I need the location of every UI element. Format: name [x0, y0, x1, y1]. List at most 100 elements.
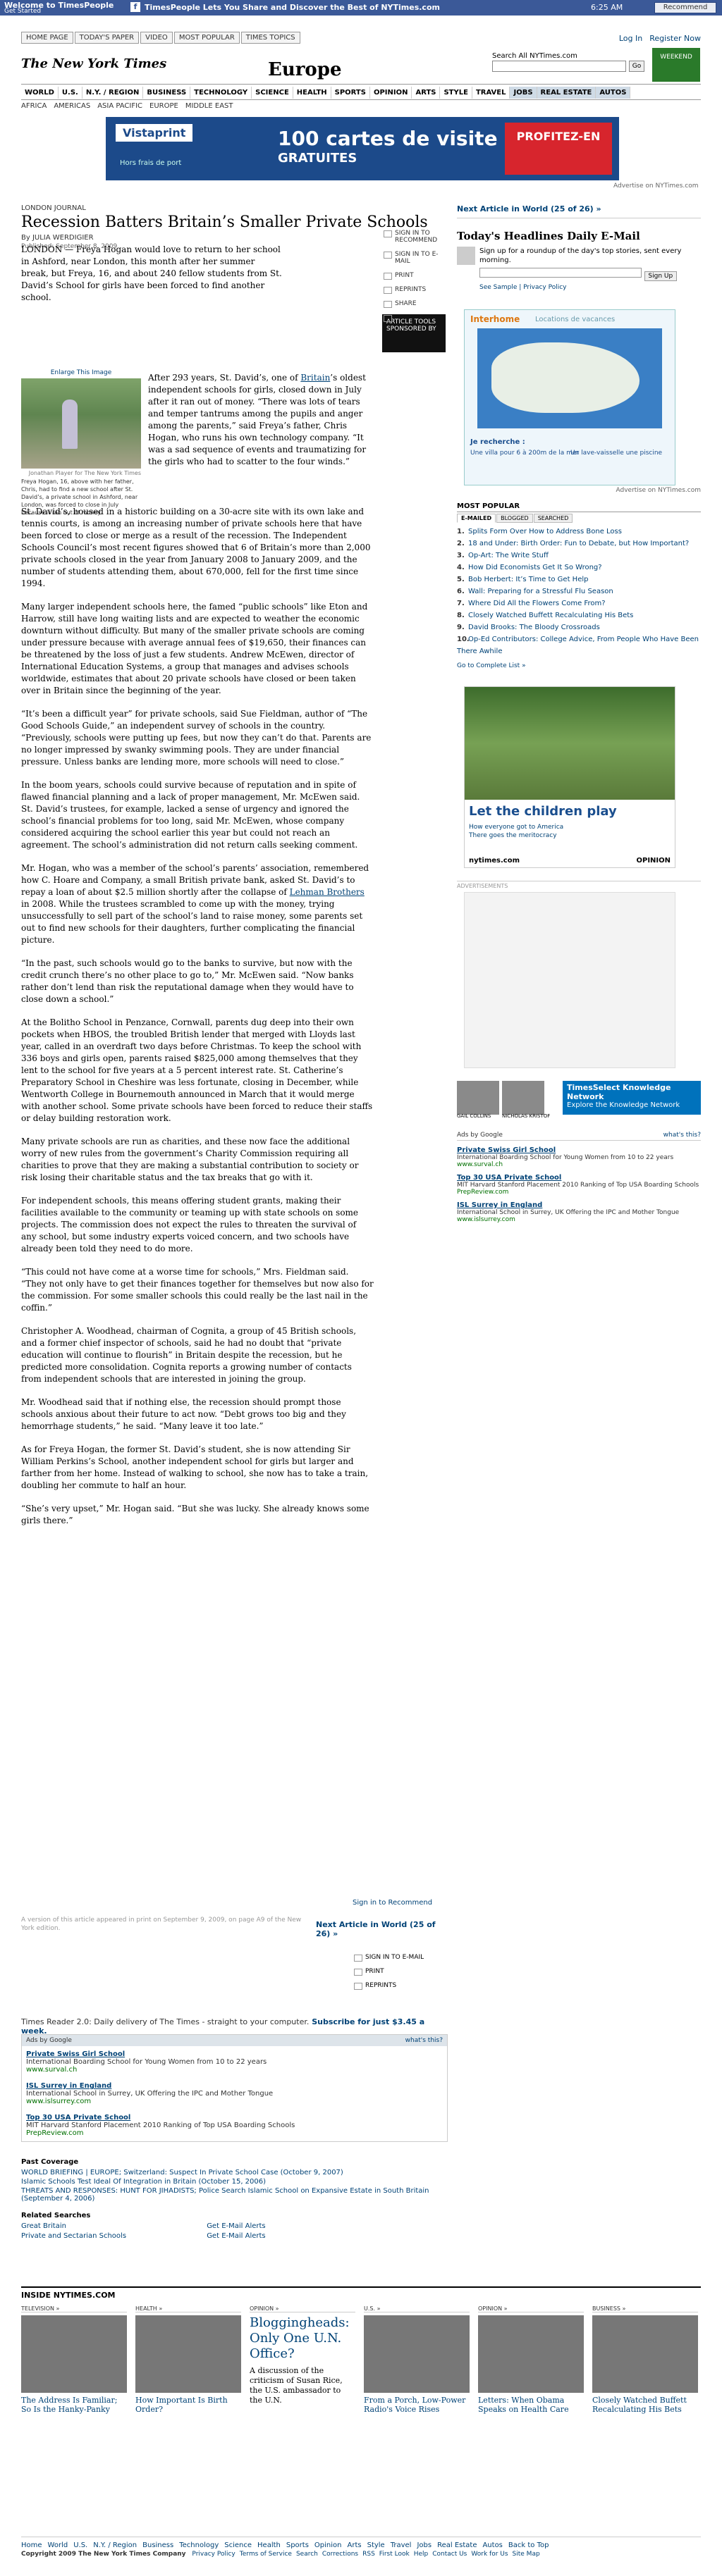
most-popular-item[interactable]: 3. Op-Art: The Write Stuff — [457, 550, 701, 562]
opinion-promo[interactable]: Let the children play How everyone got t… — [464, 686, 675, 868]
tab-searched[interactable]: SEARCHED — [533, 514, 573, 523]
sec-real-estate[interactable]: REAL ESTATE — [537, 87, 596, 99]
contact-link[interactable]: Contact Us — [432, 2551, 467, 2558]
sec-autos[interactable]: AUTOS — [596, 87, 631, 99]
footer-link[interactable]: Autos — [482, 2541, 502, 2549]
first-look-link[interactable]: First Look — [379, 2551, 410, 2558]
corrections-link[interactable]: Corrections — [322, 2551, 358, 2558]
work-link[interactable]: Work for Us — [471, 2551, 508, 2558]
inside-thumb[interactable] — [135, 2315, 241, 2393]
most-popular-item[interactable]: 7. Where Did All the Flowers Come From? — [457, 597, 701, 609]
advertise-link[interactable]: Advertise on NYTimes.com — [457, 487, 702, 494]
footer-link[interactable]: Travel — [391, 2541, 412, 2549]
email-tool[interactable]: SIGN IN TO E-MAIL — [382, 251, 446, 265]
sub-africa[interactable]: AFRICA — [21, 102, 47, 110]
footer-link[interactable]: Opinion — [314, 2541, 342, 2549]
tools-sponsor-ad[interactable]: ARTICLE TOOLS SPONSORED BY — [382, 314, 446, 352]
search-link[interactable]: Search — [296, 2551, 318, 2558]
sec-style[interactable]: STYLE — [440, 87, 472, 99]
register-link[interactable]: Register Now — [649, 34, 701, 43]
inside-thumb[interactable] — [592, 2315, 698, 2393]
reprints-tool[interactable]: REPRINTS — [382, 286, 446, 294]
email-input[interactable] — [479, 268, 642, 278]
recommend-button[interactable]: Recommend — [654, 2, 716, 13]
sec-business[interactable]: BUSINESS — [143, 87, 191, 99]
sec-technology[interactable]: TECHNOLOGY — [190, 87, 252, 99]
ad-option[interactable]: Un lave-vaisselle une piscine — [570, 450, 662, 457]
sec-us[interactable]: U.S. — [59, 87, 82, 99]
most-popular-item[interactable]: 5. Bob Herbert: It’s Time to Get Help — [457, 574, 701, 586]
search-input[interactable] — [492, 61, 626, 72]
nav-video[interactable]: VIDEO — [140, 32, 173, 44]
lehman-link[interactable]: Lehman Brothers — [290, 887, 365, 897]
login-link[interactable]: Log In — [619, 34, 642, 43]
footer-print-tool[interactable]: PRINT — [353, 1968, 424, 1976]
sub-americas[interactable]: AMERICAS — [54, 102, 90, 110]
footer-link[interactable]: Style — [367, 2541, 385, 2549]
ads-whats-this[interactable]: what's this? — [663, 1132, 701, 1139]
most-popular-item[interactable]: 8. Closely Watched Buffett Recalculating … — [457, 609, 701, 621]
britain-link[interactable]: Britain — [300, 373, 330, 383]
nav-home-page[interactable]: HOME PAGE — [21, 32, 73, 44]
sec-arts[interactable]: ARTS — [412, 87, 441, 99]
tab-blogged[interactable]: BLOGGED — [496, 514, 533, 523]
footer-link[interactable]: Arts — [348, 2541, 362, 2549]
back-to-top-link[interactable]: Back to Top — [508, 2541, 549, 2549]
search-go-button[interactable]: Go — [629, 61, 644, 72]
inside-thumb[interactable] — [21, 2315, 127, 2393]
footer-link[interactable]: Real Estate — [437, 2541, 477, 2549]
banner-cta[interactable]: PROFITEZ-EN — [505, 123, 612, 175]
most-popular-item[interactable]: 4. How Did Economists Get It So Wrong? — [457, 562, 701, 574]
past-coverage-link[interactable]: THREATS AND RESPONSES: HUNT FOR JIHADIST… — [21, 2187, 448, 2203]
most-popular-item[interactable]: 1. Splits Form Over How to Address Bone L… — [457, 526, 701, 538]
share-tool[interactable]: SHARE — [382, 300, 446, 308]
interhome-ad[interactable]: Interhome Locations de vacances Je reche… — [464, 309, 675, 485]
sec-science[interactable]: SCIENCE — [252, 87, 293, 99]
complete-list-link[interactable]: Go to Complete List » — [457, 660, 701, 672]
footer-link[interactable]: Technology — [179, 2541, 219, 2549]
sec-sports[interactable]: SPORTS — [331, 87, 370, 99]
sec-jobs[interactable]: JOBS — [510, 87, 537, 99]
print-tool[interactable]: PRINT — [382, 272, 446, 280]
email-alerts-link[interactable]: Get E-Mail Alerts — [207, 2232, 390, 2240]
help-link[interactable]: Help — [414, 2551, 429, 2558]
display-ad[interactable] — [464, 892, 675, 1068]
recommend-tool[interactable]: SIGN IN TO RECOMMEND — [382, 230, 446, 244]
inside-thumb[interactable] — [478, 2315, 584, 2393]
advertise-link[interactable]: Advertise on NYTimes.com — [613, 182, 699, 190]
sec-opinion[interactable]: OPINION — [370, 87, 412, 99]
footer-link[interactable]: World — [48, 2541, 68, 2549]
past-coverage-link[interactable]: Islamic Schools Test Ideal Of Integratio… — [21, 2178, 448, 2186]
banner-ad[interactable]: Vistaprint 100 cartes de visite GRATUITE… — [106, 117, 619, 180]
footer-link[interactable]: Business — [142, 2541, 173, 2549]
footer-link[interactable]: Jobs — [417, 2541, 432, 2549]
promo-link[interactable]: How everyone got to America — [465, 823, 675, 831]
sec-world[interactable]: WORLD — [21, 87, 59, 99]
sub-europe[interactable]: EUROPE — [149, 102, 178, 110]
related-link[interactable]: Great Britain — [21, 2222, 204, 2230]
email-alerts-link[interactable]: Get E-Mail Alerts — [207, 2222, 390, 2230]
tab-emailed[interactable]: E-MAILED — [457, 514, 496, 523]
most-popular-item[interactable]: 2. 18 and Under: Birth Order: Fun to Deba… — [457, 538, 701, 550]
sign-in-recommend[interactable]: Sign in to Recommend — [353, 1899, 432, 1907]
footer-link[interactable]: Health — [257, 2541, 281, 2549]
nav-most-popular[interactable]: MOST POPULAR — [173, 32, 240, 44]
ad-option[interactable]: Une villa pour 6 à 200m de la mer — [470, 450, 579, 457]
site-map-link[interactable]: Site Map — [513, 2551, 540, 2558]
promo-link[interactable]: There goes the meritocracy — [465, 831, 675, 840]
next-in-world-link[interactable]: Next Article in World (25 of 26) » — [457, 204, 701, 218]
footer-link[interactable]: U.S. — [73, 2541, 87, 2549]
footer-email-tool[interactable]: SIGN IN TO E-MAIL — [353, 1954, 424, 1962]
fb-get-started[interactable]: Get Started — [4, 8, 41, 15]
sec-ny-region[interactable]: N.Y. / REGION — [82, 87, 144, 99]
sec-health[interactable]: HEALTH — [293, 87, 331, 99]
next-article-link[interactable]: Next Article in World (25 of 26) » — [316, 1920, 448, 1938]
email-links[interactable]: See Sample | Privacy Policy — [479, 284, 701, 291]
rss-link[interactable]: RSS — [362, 2551, 375, 2558]
knowledge-network-ad[interactable]: GAIL COLLINS NICHOLAS KRISTOF TimesSelec… — [457, 1081, 701, 1119]
footer-link[interactable]: Home — [21, 2541, 42, 2549]
nyt-logo[interactable]: The New York Times — [21, 56, 166, 71]
inside-thumb[interactable] — [364, 2315, 470, 2393]
enlarge-image-link[interactable]: Enlarge This Image — [21, 369, 141, 376]
times-reader-promo[interactable]: Times Reader 2.0: Daily delivery of The … — [21, 2017, 448, 2036]
